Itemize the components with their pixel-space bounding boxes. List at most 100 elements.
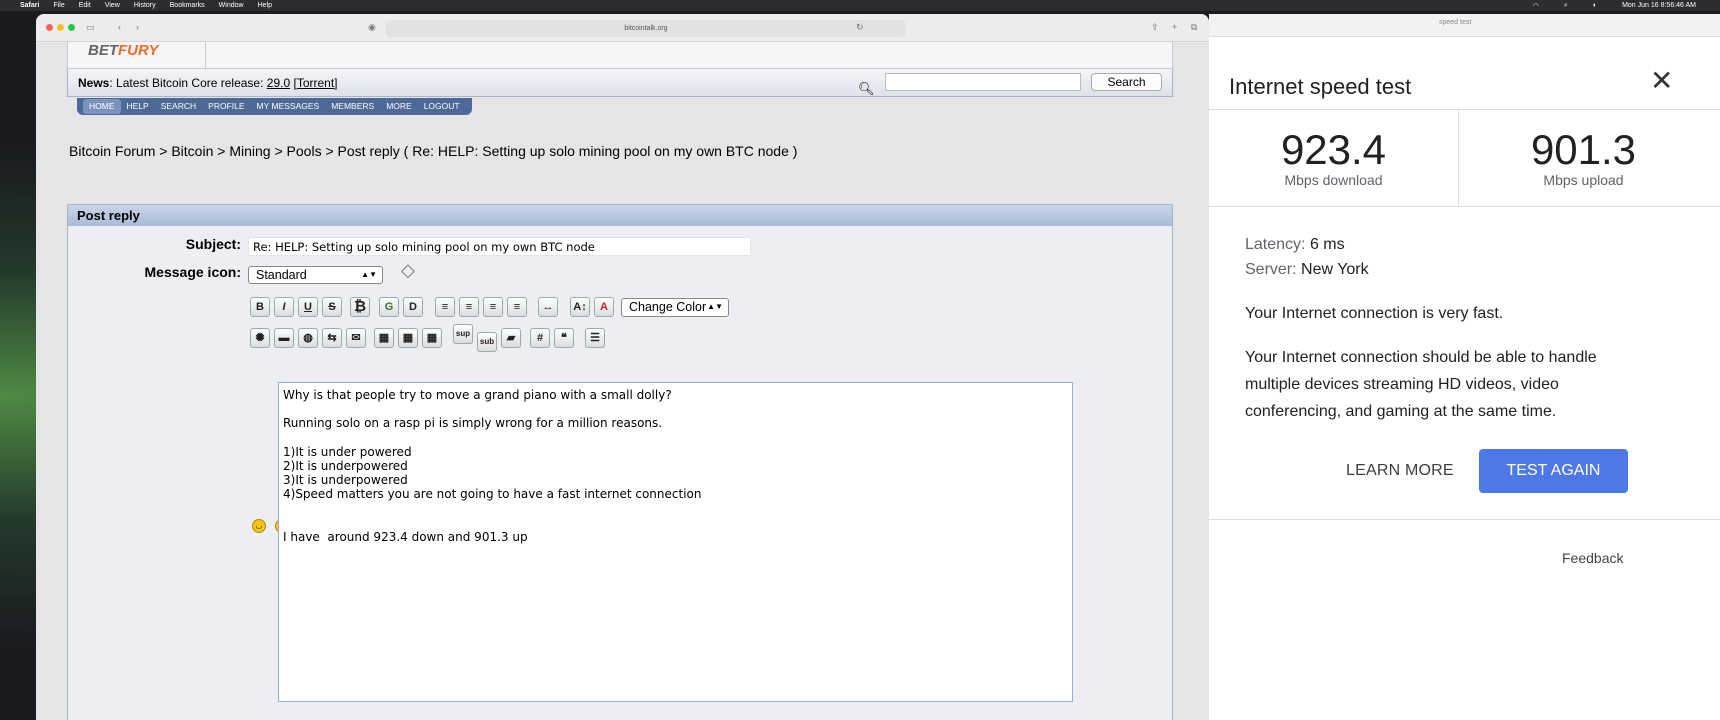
nav-help[interactable]: HELP	[121, 99, 155, 114]
font-color-button[interactable]: A	[594, 297, 614, 317]
divider-bottom	[1209, 206, 1720, 207]
nav-search[interactable]: SEARCH	[155, 99, 202, 114]
table-button[interactable]: ▦	[374, 328, 394, 348]
news-bar: News: Latest Bitcoin Core release: 29.0 …	[67, 69, 1173, 97]
privacy-icon[interactable]: ◉	[368, 22, 376, 33]
server-value: New York	[1301, 261, 1369, 278]
main-nav: HOME HELP SEARCH PROFILE MY MESSAGES MEM…	[77, 98, 472, 115]
feedback-link[interactable]: Feedback	[1562, 550, 1623, 566]
back-icon[interactable]: ‹	[118, 22, 121, 32]
news-text: : Latest Bitcoin Core release:	[109, 76, 267, 90]
menu-file[interactable]: File	[53, 2, 64, 9]
glow-button[interactable]: G	[379, 297, 399, 317]
zoom-window-button[interactable]	[68, 24, 75, 31]
latency-row: Latency: 6 ms	[1245, 236, 1345, 254]
menu-view[interactable]: View	[105, 2, 120, 9]
speed-detail-line-3: conferencing, and gaming at the same tim…	[1245, 403, 1557, 420]
teletype-button[interactable]: ▰	[501, 328, 521, 348]
torrent-link[interactable]: Torrent	[297, 76, 334, 90]
email-button[interactable]: ✉	[346, 328, 366, 348]
message-icon-select[interactable]: Standard ▲▼	[248, 266, 383, 284]
sidebar-icon[interactable]: ▭	[86, 22, 95, 33]
flash-button[interactable]: ✺	[250, 328, 270, 348]
nav-more[interactable]: MORE	[380, 99, 418, 114]
breadcrumb: Bitcoin Forum > Bitcoin > Mining > Pools…	[69, 143, 798, 159]
latency-value: 6 ms	[1309, 236, 1345, 253]
forum-search-input[interactable]	[885, 73, 1081, 91]
menu-clock[interactable]: Mon Jun 16 8:56:46 AM	[1622, 2, 1696, 9]
align-left-button[interactable]: ≡	[459, 297, 479, 317]
release-link[interactable]: 29.0	[267, 76, 290, 90]
menu-app-name[interactable]: Safari	[20, 2, 39, 9]
hyperlink-button[interactable]: ◍	[298, 328, 318, 348]
crumb-mining[interactable]: Mining	[229, 143, 270, 159]
server-label: Server:	[1245, 261, 1297, 278]
menu-bookmarks[interactable]: Bookmarks	[170, 2, 205, 9]
speed-test-panel: speed test Internet speed test ✕ 923.4 M…	[1209, 14, 1720, 720]
subject-input[interactable]: Re: HELP: Setting up solo mining pool on…	[248, 237, 751, 256]
nav-profile[interactable]: PROFILE	[202, 99, 250, 114]
superscript-button[interactable]: sup	[453, 324, 473, 344]
code-button[interactable]: #	[530, 328, 550, 348]
list-button[interactable]: ☰	[585, 328, 605, 348]
download-unit: Mbps download	[1284, 172, 1383, 188]
web-content: BETFURY News: Latest Bitcoin Core releas…	[36, 42, 1209, 720]
pre-button[interactable]: ≡	[435, 297, 455, 317]
close-icon[interactable]: ✕	[1650, 64, 1673, 97]
message-textarea[interactable]: Why is that people try to move a grand p…	[278, 382, 1073, 702]
table-row-button[interactable]: ▦	[398, 328, 418, 348]
font-size-button[interactable]: A↕	[570, 297, 590, 317]
menu-history[interactable]: History	[134, 2, 156, 9]
share-icon[interactable]: ⇪	[1151, 22, 1159, 33]
subscript-button[interactable]: sub	[477, 332, 497, 352]
bitcoin-button[interactable]: ₿	[350, 297, 370, 317]
nav-logout[interactable]: LOGOUT	[418, 99, 466, 114]
learn-more-button[interactable]: LEARN MORE	[1346, 462, 1454, 480]
betfury-logo[interactable]: BETFURY	[88, 42, 159, 59]
smiley-icon[interactable]: ◡	[252, 519, 266, 533]
menu-help[interactable]: Help	[258, 2, 272, 9]
align-right-button[interactable]: ≡	[507, 297, 527, 317]
table-column-button[interactable]: ▦	[422, 328, 442, 348]
test-again-button[interactable]: TEST AGAIN	[1479, 449, 1628, 493]
message-icon-label: Message icon:	[144, 264, 241, 280]
nav-home[interactable]: HOME	[83, 99, 121, 114]
minimize-window-button[interactable]	[57, 24, 64, 31]
quote-button[interactable]: ❝	[554, 328, 574, 348]
crumb-bitcoin[interactable]: Bitcoin	[171, 143, 213, 159]
control-center-icon[interactable]: ◐	[1593, 2, 1597, 9]
spotlight-icon[interactable]: ⌕	[1564, 2, 1568, 10]
shadow-button[interactable]: D	[403, 297, 423, 317]
underline-button[interactable]: U	[298, 297, 318, 317]
forum-page: BETFURY News: Latest Bitcoin Core releas…	[67, 42, 1173, 720]
strike-button[interactable]: S	[322, 297, 342, 317]
speed-summary: Your Internet connection is very fast.	[1245, 305, 1504, 322]
tab-overview-icon[interactable]: ⧉	[1191, 22, 1197, 33]
forum-search-button[interactable]: Search	[1091, 73, 1162, 91]
crumb-pools[interactable]: Pools	[287, 143, 322, 159]
menu-window[interactable]: Window	[219, 2, 244, 9]
close-window-button[interactable]	[46, 24, 53, 31]
new-tab-icon[interactable]: +	[1172, 22, 1177, 32]
menu-edit[interactable]: Edit	[79, 2, 91, 9]
reload-icon[interactable]: ↻	[856, 22, 864, 33]
change-color-select[interactable]: Change Color ▲▼	[621, 298, 729, 317]
speed-test-title: Internet speed test	[1229, 74, 1412, 99]
crumb-bitcoin-forum[interactable]: Bitcoin Forum	[69, 143, 155, 159]
download-speed: 923.4	[1280, 126, 1387, 173]
wifi-icon[interactable]: ◠	[1533, 2, 1539, 10]
nav-members[interactable]: MEMBERS	[325, 99, 380, 114]
forward-icon[interactable]: ›	[136, 22, 139, 32]
align-center-button[interactable]: ≡	[483, 297, 503, 317]
ftp-button[interactable]: ⇆	[322, 328, 342, 348]
image-button[interactable]: ▬	[274, 328, 294, 348]
subject-label: Subject:	[185, 236, 241, 252]
news-label: News	[78, 76, 110, 90]
nav-my-messages[interactable]: MY MESSAGES	[251, 99, 326, 114]
address-bar[interactable]: bitcointalk.org	[386, 20, 906, 37]
panel-search-field[interactable]: speed test	[1439, 19, 1471, 26]
bold-button[interactable]: B	[250, 297, 270, 317]
italic-button[interactable]: I	[274, 297, 294, 317]
marquee-button[interactable]: ↔	[538, 297, 558, 317]
latency-label: Latency:	[1245, 236, 1306, 253]
